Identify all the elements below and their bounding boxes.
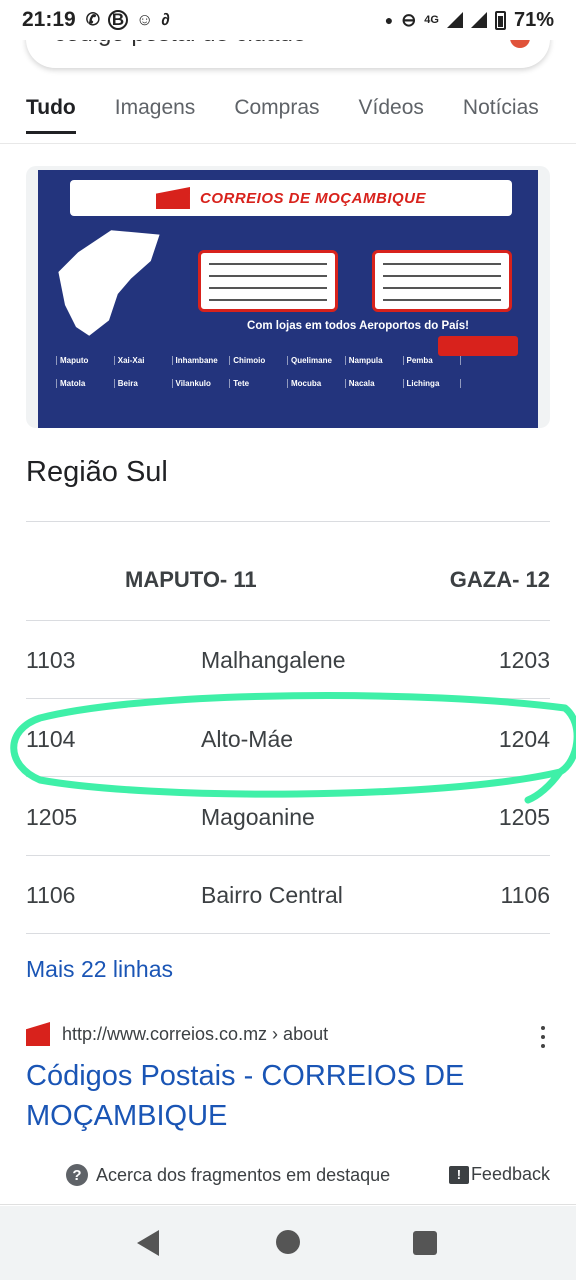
city: Inhambane — [171, 356, 230, 365]
table-row: 1104 Alto-Máe 1204 — [26, 699, 550, 777]
result-url[interactable]: http://www.correios.co.mz › about — [62, 1024, 328, 1045]
address-box-to — [372, 250, 512, 312]
address-box-from — [198, 250, 338, 312]
city: Chimoio — [229, 356, 287, 365]
column-header-maputo: MAPUTO- 11 — [125, 567, 257, 592]
banner-city-list: Maputo Xai-Xai Inhambane Chimoio Quelima… — [56, 356, 518, 388]
battery-icon — [494, 10, 506, 30]
city: Quelimane — [287, 356, 345, 365]
network-type: 4G — [424, 14, 439, 26]
banner-title: CORREIOS DE MOÇAMBIQUE — [199, 189, 426, 207]
maputo-code: 1106 — [26, 882, 76, 908]
feedback-icon: ! — [448, 1165, 469, 1184]
about-snippets-label: Acerca dos fragmentos em destaque — [96, 1164, 391, 1185]
signal-icon — [446, 12, 463, 28]
divider — [26, 933, 550, 934]
gaza-code: 1204 — [498, 726, 550, 752]
banner-header: CORREIOS DE MOÇAMBIQUE — [70, 180, 512, 216]
city: Mocuba — [287, 379, 345, 388]
city: Xai-Xai — [113, 356, 172, 365]
app-notification-icon: ∂ — [161, 10, 170, 29]
result-source[interactable]: http://www.correios.co.mz › about — [26, 1022, 328, 1046]
battery-level: 71% — [513, 8, 554, 31]
dot-icon: ● — [384, 12, 394, 28]
city — [460, 379, 518, 388]
more-options-icon[interactable] — [540, 1026, 546, 1048]
do-not-disturb-icon: ⊖ — [401, 9, 417, 30]
maputo-code: 1104 — [26, 726, 76, 752]
featured-image[interactable]: CORREIOS DE MOÇAMBIQUE Com lojas em todo… — [26, 166, 550, 428]
lam-logo — [438, 336, 518, 356]
help-icon: ? — [66, 1164, 88, 1186]
banner-slogan: Com lojas em todos Aeroportos do País! — [247, 320, 469, 332]
correios-favicon-icon — [26, 1022, 50, 1046]
neighbourhood-name: Malhangalene — [201, 647, 346, 673]
status-bar: 21:19 ✆ B ☺ ∂ ● ⊖ 4G 71% — [0, 0, 576, 40]
more-rows-link[interactable]: Mais 22 linhas — [26, 956, 173, 983]
table-row: 1103 Malhangalene 1203 — [26, 620, 550, 698]
snapchat-icon: ☺ — [135, 10, 154, 29]
tab-images[interactable]: Imagens — [115, 88, 196, 143]
region-title: Região Sul — [26, 456, 168, 488]
neighbourhood-name: Bairro Central — [201, 882, 343, 908]
tab-shopping[interactable]: Compras — [234, 88, 319, 143]
column-header-gaza: GAZA- 12 — [449, 567, 550, 592]
city — [460, 356, 518, 365]
feedback-button[interactable]: ! Feedback — [448, 1164, 550, 1185]
recent-apps-icon[interactable] — [413, 1231, 437, 1255]
maputo-code: 1205 — [26, 804, 78, 830]
correios-banner: CORREIOS DE MOÇAMBIQUE Com lojas em todo… — [38, 170, 538, 428]
city: Pemba — [402, 356, 461, 365]
divider — [26, 521, 550, 522]
result-title-link[interactable]: Códigos Postais - CORREIOS DE MOÇAMBIQUE — [26, 1056, 550, 1136]
table-row: 1205 Magoanine 1205 — [26, 777, 550, 855]
tab-videos[interactable]: Vídeos — [359, 88, 424, 143]
whatsapp-icon: ✆ — [85, 10, 100, 29]
city: Vilankulo — [171, 379, 230, 388]
clock: 21:19 — [22, 8, 76, 31]
home-icon[interactable] — [276, 1230, 300, 1254]
envelope-icon — [156, 187, 190, 209]
city: Matola — [56, 379, 114, 388]
b-app-icon: B — [107, 10, 128, 30]
navigation-bar — [0, 1206, 576, 1280]
gaza-code: 1203 — [498, 647, 550, 673]
neighbourhood-name: Alto-Máe — [201, 726, 294, 752]
tab-news[interactable]: Notícias — [463, 88, 539, 143]
about-snippets[interactable]: ? Acerca dos fragmentos em destaque — [66, 1164, 390, 1186]
divider — [0, 1204, 576, 1205]
neighbourhood-name: Magoanine — [201, 804, 315, 830]
city: Tete — [229, 379, 287, 388]
tab-all[interactable]: Tudo — [26, 88, 76, 143]
back-icon[interactable] — [137, 1230, 159, 1256]
gaza-code: 1205 — [498, 804, 550, 830]
city: Nacala — [344, 379, 403, 388]
mozambique-map — [58, 230, 160, 336]
city: Maputo — [56, 356, 114, 365]
city: Lichinga — [402, 379, 461, 388]
feedback-label: Feedback — [470, 1164, 550, 1184]
city: Nampula — [344, 356, 403, 365]
city: Beira — [113, 379, 172, 388]
table-row: 1106 Bairro Central 1106 — [26, 855, 550, 933]
maputo-code: 1103 — [26, 647, 76, 673]
search-tabs: Tudo Imagens Compras Vídeos Notícias — [0, 88, 576, 144]
gaza-code: 1106 — [500, 882, 550, 908]
signal-icon-2 — [470, 12, 487, 28]
